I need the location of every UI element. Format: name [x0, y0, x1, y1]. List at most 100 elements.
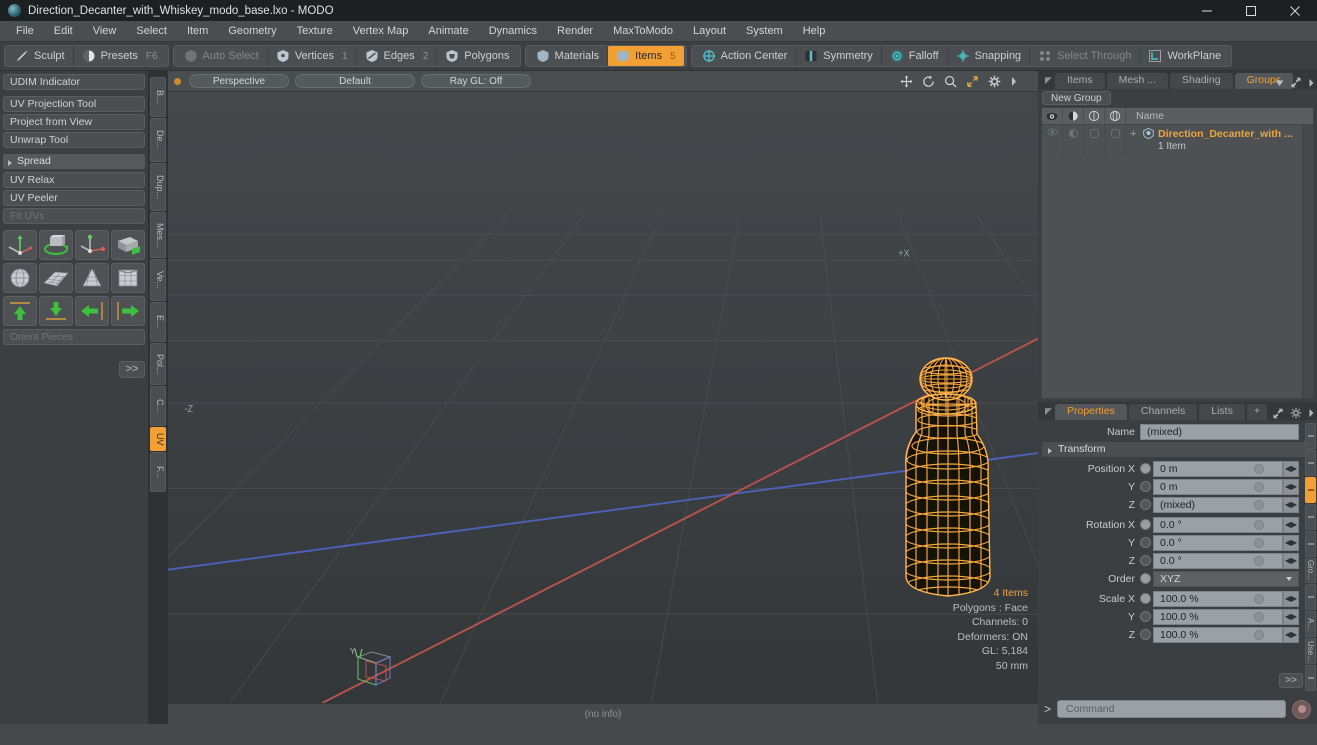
menu-view[interactable]: View — [83, 21, 127, 42]
position-x-spinner[interactable]: ◀▶ — [1283, 460, 1299, 477]
record-button[interactable] — [1292, 699, 1311, 719]
position-y-channel-dot[interactable] — [1140, 481, 1151, 492]
action-center-button[interactable]: Action Center — [694, 46, 796, 66]
properties-more-button[interactable]: >> — [1279, 673, 1303, 688]
expand-toggle-icon[interactable]: + — [1130, 128, 1139, 140]
scale-y-spinner[interactable]: ◀▶ — [1283, 608, 1299, 625]
viewport-menu-dot-icon[interactable] — [174, 77, 181, 85]
items-button[interactable]: Items 5 — [607, 46, 684, 66]
scale-y-field[interactable]: 100.0 % — [1153, 608, 1283, 625]
edges-button[interactable]: Edges 2 — [355, 46, 437, 66]
menu-vertex-map[interactable]: Vertex Map — [343, 21, 419, 42]
properties-gear-icon[interactable] — [1290, 407, 1302, 419]
menu-animate[interactable]: Animate — [418, 21, 478, 42]
uv-cone-map-icon[interactable] — [75, 263, 109, 293]
scale-x-channel-dot[interactable] — [1140, 593, 1151, 604]
select-through-button[interactable]: Select Through — [1029, 46, 1139, 66]
uv-rotate-icon[interactable] — [39, 230, 73, 260]
close-button[interactable] — [1273, 0, 1317, 21]
vtab-fur[interactable]: F... — [150, 452, 166, 492]
gear-icon[interactable] — [988, 75, 1001, 88]
vtab-edge[interactable]: E... — [150, 302, 166, 342]
position-z-spinner[interactable]: ◀▶ — [1283, 496, 1299, 513]
tab-channels[interactable]: Channels — [1128, 404, 1198, 420]
menu-texture[interactable]: Texture — [287, 21, 343, 42]
position-z-field[interactable]: (mixed) — [1153, 496, 1283, 513]
position-x-field[interactable]: 0 m — [1153, 460, 1283, 477]
name-field[interactable]: (mixed) — [1140, 423, 1299, 440]
rotation-z-spinner[interactable]: ◀▶ — [1283, 552, 1299, 569]
group-list-row[interactable]: + Direction_Decanter_with ... 1 Item — [1042, 125, 1313, 155]
vtab-basic[interactable]: B... — [150, 77, 166, 117]
tab-properties[interactable]: Properties — [1055, 404, 1127, 420]
vertices-button[interactable]: Vertices 1 — [266, 46, 356, 66]
maximize-button[interactable] — [1229, 0, 1273, 21]
order-channel-dot[interactable] — [1140, 573, 1151, 584]
scale-x-field[interactable]: 100.0 % — [1153, 590, 1283, 607]
rotation-x-channel-dot[interactable] — [1140, 519, 1151, 530]
rotation-y-channel-dot[interactable] — [1140, 537, 1151, 548]
ptab-dot-active[interactable] — [1305, 476, 1316, 503]
scale-x-spinner[interactable]: ◀▶ — [1283, 590, 1299, 607]
ptab-groups[interactable]: Gro... — [1305, 557, 1316, 584]
chevron-down-icon[interactable] — [1275, 79, 1284, 87]
menu-edit[interactable]: Edit — [44, 21, 83, 42]
scale-z-channel-dot[interactable] — [1140, 629, 1151, 640]
minimize-button[interactable] — [1185, 0, 1229, 21]
vtab-deform[interactable]: De... — [150, 118, 166, 162]
shading-icon[interactable] — [1063, 108, 1084, 124]
uv-move-icon[interactable] — [3, 230, 37, 260]
menu-file[interactable]: File — [6, 21, 44, 42]
rotation-x-field[interactable]: 0.0 ° — [1153, 516, 1283, 533]
decanter-wireframe-model[interactable] — [858, 348, 1038, 618]
properties-chevron-right-icon[interactable] — [1308, 408, 1315, 418]
snapping-button[interactable]: Snapping — [946, 46, 1030, 66]
fit-icon[interactable] — [966, 75, 979, 88]
viewport-shading-dropdown[interactable]: Default — [295, 74, 415, 88]
position-z-channel-dot[interactable] — [1140, 499, 1151, 510]
menu-maxtomodo[interactable]: MaxToModo — [603, 21, 683, 42]
uv-projection-tool-button[interactable]: UV Projection Tool — [3, 96, 145, 112]
uv-relax-button[interactable]: UV Relax — [3, 172, 145, 188]
tab-items[interactable]: Items — [1055, 73, 1105, 89]
menu-geometry[interactable]: Geometry — [218, 21, 286, 42]
scale-y-channel-dot[interactable] — [1140, 611, 1151, 622]
position-y-knob[interactable] — [1254, 481, 1264, 492]
ptab-dot-7[interactable] — [1305, 584, 1316, 611]
materials-button[interactable]: Materials — [528, 46, 608, 66]
uv-flip-up-icon[interactable] — [3, 296, 37, 326]
rotation-x-knob[interactable] — [1254, 519, 1264, 530]
scale-y-knob[interactable] — [1254, 611, 1264, 622]
tab-lists[interactable]: Lists — [1199, 404, 1245, 420]
menu-dynamics[interactable]: Dynamics — [479, 21, 547, 42]
symmetry-button[interactable]: Symmetry — [795, 46, 881, 66]
properties-expand-icon[interactable] — [1272, 407, 1284, 419]
group-list-scrollbar[interactable] — [1302, 125, 1313, 398]
rotation-z-field[interactable]: 0.0 ° — [1153, 552, 1283, 569]
menu-render[interactable]: Render — [547, 21, 603, 42]
ptab-dot-5[interactable] — [1305, 530, 1316, 557]
scale-z-knob[interactable] — [1254, 629, 1264, 640]
row-render-toggle[interactable] — [1084, 125, 1105, 155]
uv-flip-right-icon[interactable] — [111, 296, 145, 326]
position-y-field[interactable]: 0 m — [1153, 478, 1283, 495]
viewport-raygl-dropdown[interactable]: Ray GL: Off — [421, 74, 531, 88]
zoom-icon[interactable] — [944, 75, 957, 88]
uv-unwrap-icon[interactable] — [111, 230, 145, 260]
rotate-icon[interactable] — [922, 75, 935, 88]
position-x-channel-dot[interactable] — [1140, 463, 1151, 474]
ptab-dot-1[interactable] — [1305, 423, 1316, 449]
uv-flip-down-icon[interactable] — [39, 296, 73, 326]
uv-flip-left-icon[interactable] — [75, 296, 109, 326]
vtab-mesh-edit[interactable]: Mes... — [150, 212, 166, 258]
sculpt-button[interactable]: Sculpt — [7, 46, 73, 66]
menu-system[interactable]: System — [736, 21, 793, 42]
order-dropdown[interactable]: XYZ — [1153, 570, 1299, 587]
polygons-button[interactable]: Polygons — [436, 46, 517, 66]
vtab-vertex[interactable]: Ve... — [150, 259, 166, 301]
rotation-y-spinner[interactable]: ◀▶ — [1283, 534, 1299, 551]
lock-icon[interactable] — [1105, 108, 1126, 124]
scale-z-spinner[interactable]: ◀▶ — [1283, 626, 1299, 643]
group-list[interactable]: Name + Direction_Decanter_with ... 1 Ite… — [1041, 107, 1314, 399]
project-from-view-button[interactable]: Project from View — [3, 114, 145, 130]
